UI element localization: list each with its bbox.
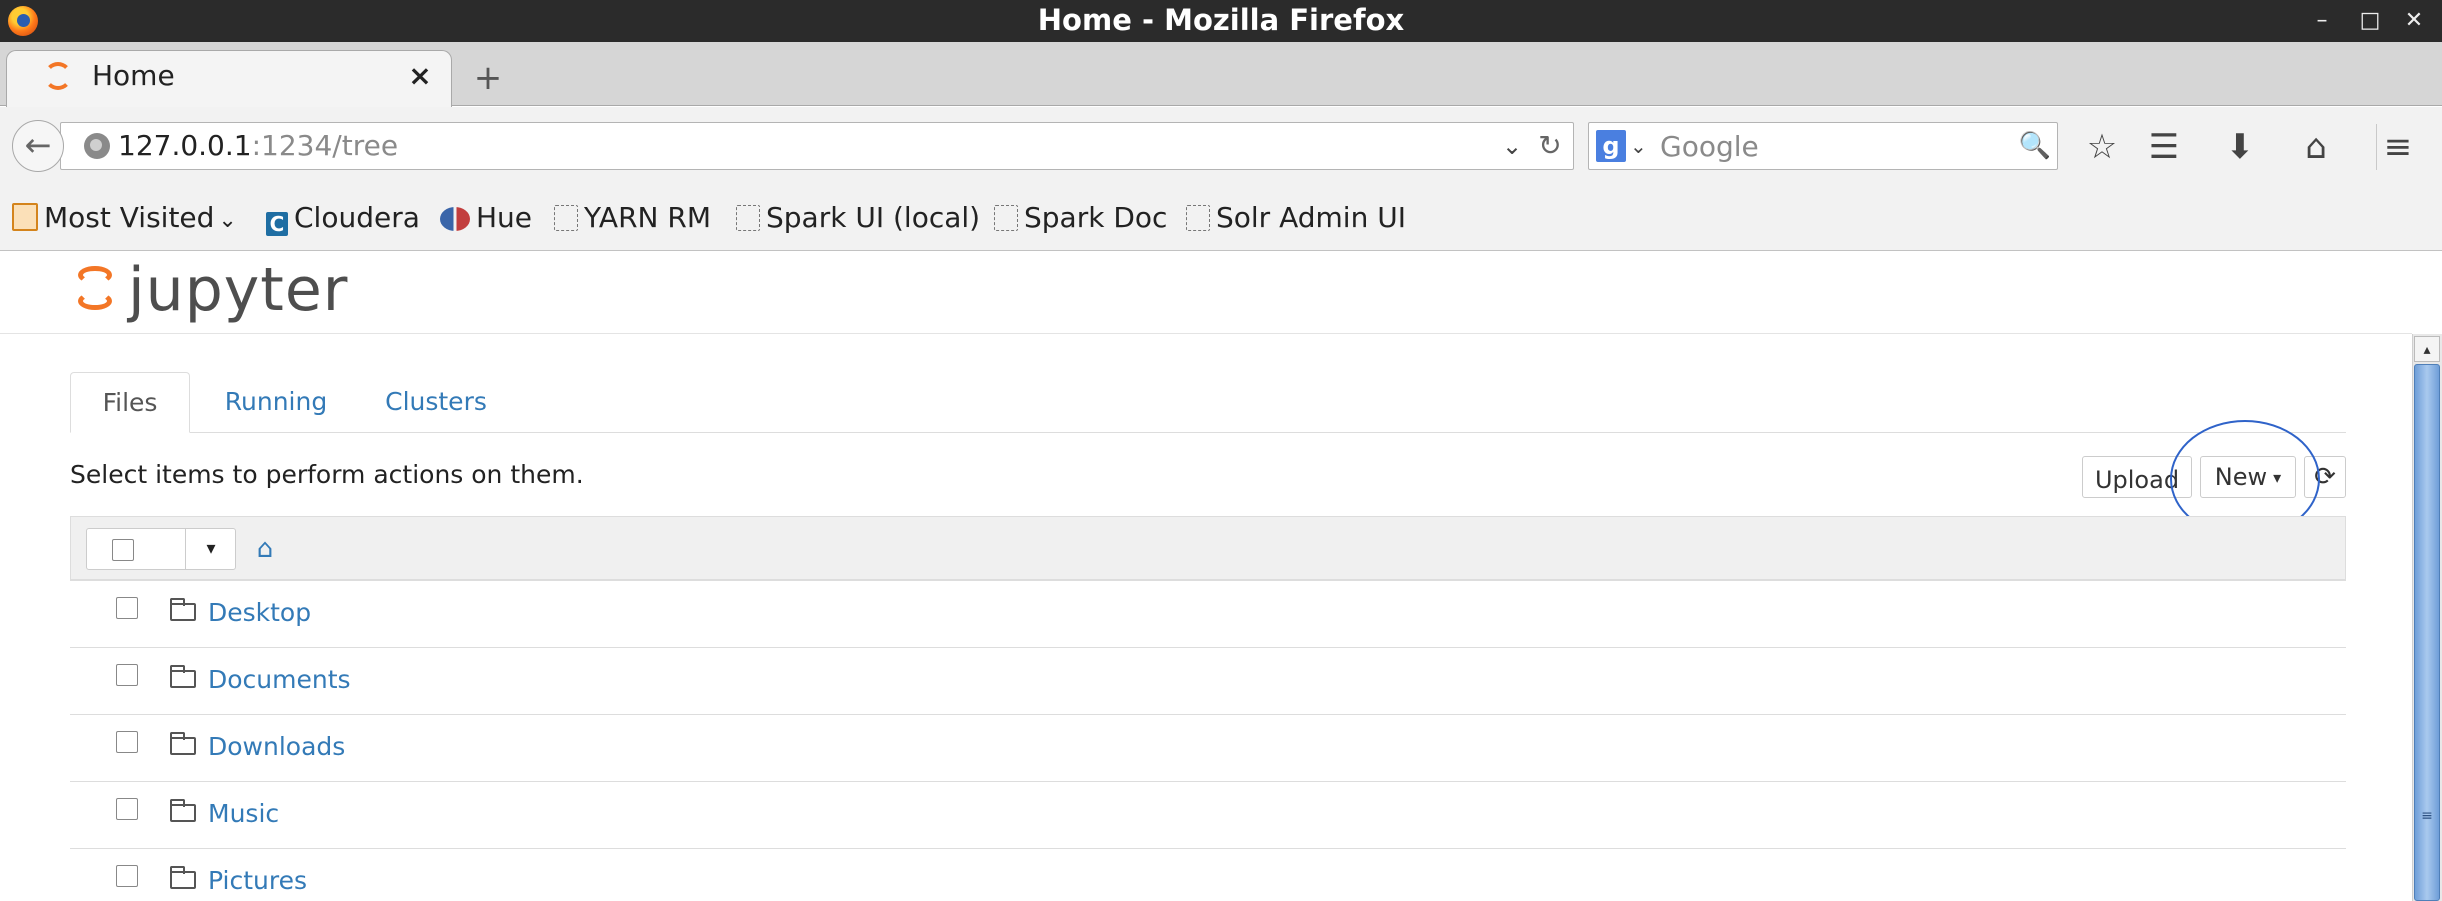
google-engine-icon[interactable]: g <box>1596 130 1626 162</box>
scroll-up-arrow-icon[interactable]: ▴ <box>2414 336 2440 362</box>
item-checkbox[interactable] <box>116 597 138 619</box>
item-link[interactable]: Pictures <box>208 863 307 899</box>
list-item[interactable]: Music <box>70 781 2346 848</box>
jupyter-favicon-icon <box>44 62 72 90</box>
folder-icon <box>170 598 196 621</box>
list-item[interactable]: Pictures <box>70 848 2346 901</box>
tab-running[interactable]: Running <box>206 372 346 432</box>
bookmark-cloudera[interactable]: C Cloudera <box>266 196 420 240</box>
item-checkbox[interactable] <box>116 865 138 887</box>
search-input[interactable] <box>1660 128 2010 164</box>
jupyter-logo-icon[interactable] <box>78 258 112 318</box>
bookmark-label: Most Visited <box>44 201 215 234</box>
browser-tab-home[interactable] <box>6 50 452 107</box>
item-link[interactable]: Documents <box>208 662 351 698</box>
tab-clusters[interactable]: Clusters <box>366 372 506 432</box>
selection-hint: Select items to perform actions on them. <box>70 460 584 489</box>
browser-tab-title: Home <box>92 59 175 92</box>
url-text[interactable]: 127.0.0.1:1234/tree <box>118 128 398 164</box>
item-link[interactable]: Desktop <box>208 595 311 631</box>
url-host: 127.0.0.1 <box>118 129 252 162</box>
cloudera-icon: C <box>266 212 288 236</box>
reload-icon[interactable]: ↻ <box>1534 128 1566 164</box>
list-item[interactable]: Documents <box>70 647 2346 714</box>
tab-files[interactable]: Files <box>70 372 190 433</box>
bookmark-label: Spark Doc <box>1024 201 1168 234</box>
page-icon <box>554 205 578 231</box>
item-checkbox[interactable] <box>116 731 138 753</box>
new-tab-button[interactable]: + <box>468 58 508 98</box>
site-identity-icon[interactable] <box>84 133 110 159</box>
menu-icon[interactable]: ≡ <box>2374 124 2422 170</box>
bookmark-label: Solr Admin UI <box>1216 201 1406 234</box>
home-icon[interactable]: ⌂ <box>2292 124 2340 170</box>
close-window-button[interactable]: ✕ <box>2400 8 2428 34</box>
search-engine-dropdown-icon[interactable]: ⌄ <box>1630 130 1650 162</box>
page-icon <box>736 205 760 231</box>
firefox-logo-icon <box>8 6 38 36</box>
list-item[interactable]: Desktop <box>70 580 2346 647</box>
folder-icon <box>170 732 196 755</box>
url-path: :1234/tree <box>251 129 399 162</box>
back-button[interactable]: ← <box>12 120 64 172</box>
folder-icon <box>170 799 196 822</box>
maximize-button[interactable]: □ <box>2356 8 2384 34</box>
folder-icon <box>12 203 38 231</box>
bookmark-yarn-rm[interactable]: YARN RM <box>554 196 711 240</box>
home-breadcrumb-icon[interactable]: ⌂ <box>250 532 280 566</box>
tabs-divider <box>70 432 2346 433</box>
jupyter-header <box>0 252 2412 334</box>
bookmark-most-visited[interactable]: Most Visited ⌄ <box>12 196 237 240</box>
url-history-dropdown-icon[interactable]: ⌄ <box>1496 128 1528 164</box>
bookmark-spark-ui-local[interactable]: Spark UI (local) <box>736 196 980 240</box>
file-list-header <box>70 516 2346 580</box>
reading-list-icon[interactable]: ☰ <box>2140 124 2188 170</box>
window-title: Home - Mozilla Firefox <box>1037 3 1405 37</box>
close-tab-icon[interactable]: × <box>404 58 436 94</box>
bookmark-label: Spark UI (local) <box>766 201 981 234</box>
hue-icon <box>440 207 470 231</box>
bookmark-solr-admin-ui[interactable]: Solr Admin UI <box>1186 196 1406 240</box>
download-icon[interactable]: ⬇ <box>2216 124 2264 170</box>
chevron-down-icon: ⌄ <box>218 208 237 233</box>
bookmark-hue[interactable]: Hue <box>440 196 532 240</box>
bookmark-spark-doc[interactable]: Spark Doc <box>994 196 1167 240</box>
bookmark-label: Hue <box>476 201 533 234</box>
list-item[interactable]: Downloads <box>70 714 2346 781</box>
bookmark-star-icon[interactable]: ☆ <box>2078 124 2126 170</box>
scrollbar-grip-icon: ≡ <box>2421 808 2433 824</box>
bookmark-label: Cloudera <box>294 201 420 234</box>
page-icon <box>994 205 1018 231</box>
folder-icon <box>170 866 196 889</box>
item-link[interactable]: Downloads <box>208 729 345 765</box>
minimize-button[interactable]: – <box>2308 8 2336 34</box>
item-link[interactable]: Music <box>208 796 279 832</box>
bookmark-label: YARN RM <box>584 201 711 234</box>
folder-icon <box>170 665 196 688</box>
page-icon <box>1186 205 1210 231</box>
item-checkbox[interactable] <box>116 664 138 686</box>
select-menu-caret-icon[interactable]: ▾ <box>188 530 234 568</box>
select-all-checkbox[interactable] <box>112 539 134 561</box>
item-checkbox[interactable] <box>116 798 138 820</box>
search-go-icon[interactable]: 🔍 <box>2018 130 2052 162</box>
jupyter-wordmark[interactable]: jupyter <box>128 250 348 330</box>
window-titlebar: Home - Mozilla Firefox <box>0 0 2442 42</box>
